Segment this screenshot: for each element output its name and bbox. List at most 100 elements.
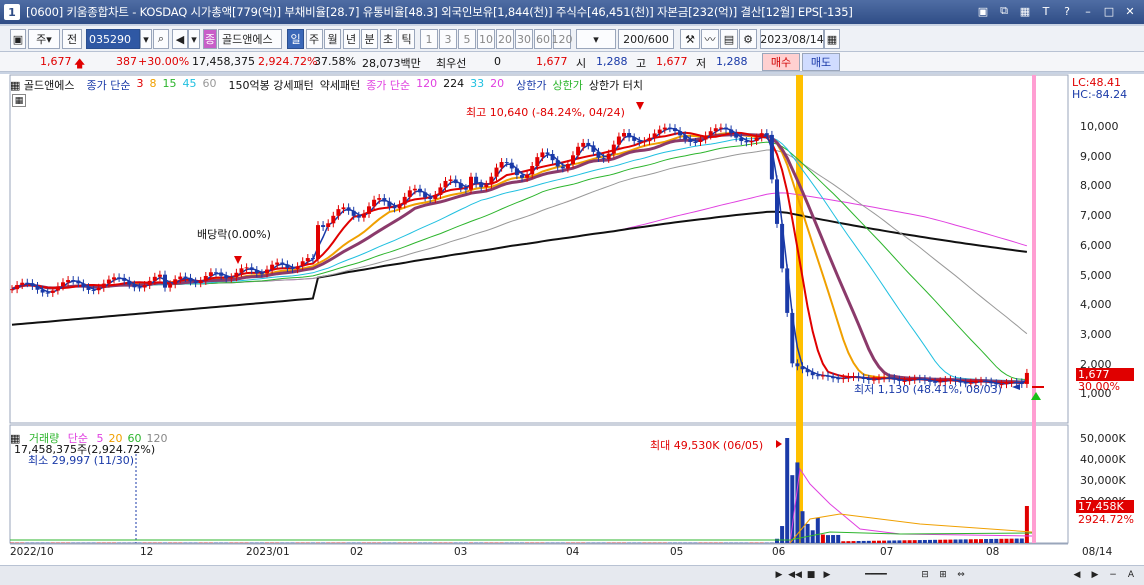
search-icon[interactable]: ⌕ bbox=[153, 29, 169, 49]
volume-bar bbox=[1019, 538, 1024, 543]
calendar-icon[interactable]: ▦ bbox=[824, 29, 840, 49]
stock-code-input[interactable]: 035290 bbox=[86, 29, 140, 49]
candle-body bbox=[622, 133, 626, 137]
candle-body bbox=[249, 267, 254, 271]
candle-body bbox=[627, 133, 632, 138]
bookmark-icon[interactable]: ▣ bbox=[10, 29, 26, 49]
candle-body bbox=[861, 377, 866, 379]
candle-body bbox=[724, 127, 728, 130]
buy-button[interactable]: 매수 bbox=[762, 53, 800, 71]
interval-input[interactable]: ▾ bbox=[576, 29, 616, 49]
code-dropdown-icon[interactable]: ▾ bbox=[140, 29, 152, 49]
candle-body bbox=[285, 264, 290, 268]
tools-icon[interactable]: ⚒ bbox=[680, 29, 700, 49]
price-info-bar: 1,677 🡅 387 +30.00% 17,458,375 2,924.72%… bbox=[0, 52, 1144, 72]
candle-body bbox=[800, 366, 805, 370]
candle-body bbox=[882, 377, 887, 379]
candle-body bbox=[163, 274, 167, 288]
volume-bar bbox=[851, 541, 856, 543]
zoom-in-icon[interactable]: ⊞ bbox=[936, 568, 950, 582]
high-annotation: 최고 10,640 (-84.24%, 04/24) bbox=[466, 106, 625, 119]
font-size-icon[interactable]: A bbox=[1124, 568, 1138, 582]
scroll-start-icon[interactable]: ◀◀ bbox=[788, 568, 802, 582]
candle-body bbox=[234, 272, 239, 278]
turnover-rate: 37.58% bbox=[314, 55, 356, 68]
help-icon[interactable]: ? bbox=[1059, 3, 1075, 19]
minimize-icon[interactable]: – bbox=[1080, 3, 1096, 19]
period-0-button[interactable]: 일 bbox=[287, 29, 304, 49]
restore-icon[interactable]: ⧉ bbox=[996, 3, 1012, 19]
candle-body bbox=[407, 190, 412, 197]
x-tick: 08 bbox=[986, 546, 1000, 558]
candle-body bbox=[474, 176, 479, 184]
window-title: [0600] 키움종합차트 - KOSDAQ 시가총액[779(억)] 부채비율… bbox=[26, 5, 853, 19]
count-input[interactable]: 200/600 bbox=[618, 29, 674, 49]
x-tick: 2022/10 bbox=[10, 546, 54, 558]
open-price: 1,288 bbox=[596, 55, 628, 68]
layout-icon[interactable]: ▦ bbox=[1017, 3, 1033, 19]
candle-body bbox=[560, 166, 565, 169]
fit-icon[interactable]: ⇔ bbox=[954, 568, 968, 582]
date-input[interactable]: 2023/08/14 bbox=[760, 29, 824, 49]
period-5-button[interactable]: 초 bbox=[379, 29, 397, 49]
save-icon[interactable]: ▤ bbox=[720, 29, 738, 49]
candle-body bbox=[550, 153, 555, 161]
volume-bar bbox=[877, 540, 881, 543]
volume-tick: 30,000K bbox=[1080, 474, 1126, 487]
interval-60-button[interactable]: 60 bbox=[534, 29, 552, 49]
volume-bar bbox=[826, 535, 830, 543]
sound-icon[interactable]: ◀ bbox=[172, 29, 188, 49]
volume-rate: 2,924.72% bbox=[258, 55, 318, 68]
chart-icon[interactable]: 〰 bbox=[701, 29, 719, 49]
volume-bar bbox=[902, 540, 907, 543]
candle-body bbox=[713, 128, 718, 132]
period-3-button[interactable]: 년 bbox=[342, 29, 360, 49]
close-icon[interactable]: ✕ bbox=[1122, 3, 1138, 19]
interval-5-button[interactable]: 5 bbox=[458, 29, 476, 49]
candle-body bbox=[851, 376, 856, 378]
font-icon[interactable]: T bbox=[1038, 3, 1054, 19]
decrease-icon[interactable]: − bbox=[1106, 568, 1120, 582]
pan-left-icon[interactable]: ◀ bbox=[1070, 568, 1084, 582]
maximize-icon[interactable]: □ bbox=[1101, 3, 1117, 19]
interval-1-button[interactable]: 1 bbox=[420, 29, 438, 49]
scroll-right-icon[interactable]: ▶ bbox=[772, 568, 786, 582]
stop-icon[interactable]: ■ bbox=[804, 568, 818, 582]
sound-dropdown-icon[interactable]: ▾ bbox=[188, 29, 200, 49]
interval-20-button[interactable]: 20 bbox=[496, 29, 514, 49]
candle-body bbox=[744, 141, 749, 143]
candle-body bbox=[224, 275, 229, 279]
gear-icon[interactable]: ⚙ bbox=[739, 29, 757, 49]
candle-body bbox=[571, 155, 575, 165]
interval-3-button[interactable]: 3 bbox=[439, 29, 457, 49]
candle-body bbox=[892, 378, 897, 380]
candle-body bbox=[397, 204, 402, 209]
type-select[interactable]: 주 ▾ bbox=[28, 29, 60, 49]
interval-10-button[interactable]: 10 bbox=[477, 29, 495, 49]
volume-bar bbox=[979, 539, 983, 543]
prev-button[interactable]: 전 bbox=[62, 29, 82, 49]
save-window-icon[interactable]: ▣ bbox=[975, 3, 991, 19]
interval-120-button[interactable]: 120 bbox=[552, 29, 573, 49]
candle-body bbox=[377, 198, 382, 200]
period-4-button[interactable]: 분 bbox=[361, 29, 378, 49]
candle-body bbox=[112, 277, 116, 280]
candle-body bbox=[310, 258, 315, 260]
sell-button[interactable]: 매도 bbox=[802, 53, 840, 71]
volume-bar bbox=[887, 540, 892, 543]
interval-30-button[interactable]: 30 bbox=[515, 29, 533, 49]
chart-area[interactable]: ▦ 골드앤에스 종가 단순 3 8 15 45 60 150억봉 강세패턴 약세패턴 종… bbox=[0, 74, 1144, 585]
period-1-button[interactable]: 주 bbox=[305, 29, 323, 49]
candle-body bbox=[392, 206, 397, 209]
candle-body bbox=[275, 262, 280, 265]
zoom-out-icon[interactable]: ⊟ bbox=[918, 568, 932, 582]
candle-body bbox=[372, 199, 377, 207]
period-6-button[interactable]: 틱 bbox=[398, 29, 415, 49]
pan-right-icon[interactable]: ▶ bbox=[1088, 568, 1102, 582]
period-2-button[interactable]: 월 bbox=[324, 29, 341, 49]
play-icon[interactable]: ▶ bbox=[820, 568, 834, 582]
pref-value: 0 bbox=[494, 55, 501, 68]
candle-body bbox=[45, 292, 50, 294]
group-icon[interactable]: 종 bbox=[203, 29, 217, 49]
speed-slider[interactable]: ━━━━ bbox=[846, 568, 906, 582]
